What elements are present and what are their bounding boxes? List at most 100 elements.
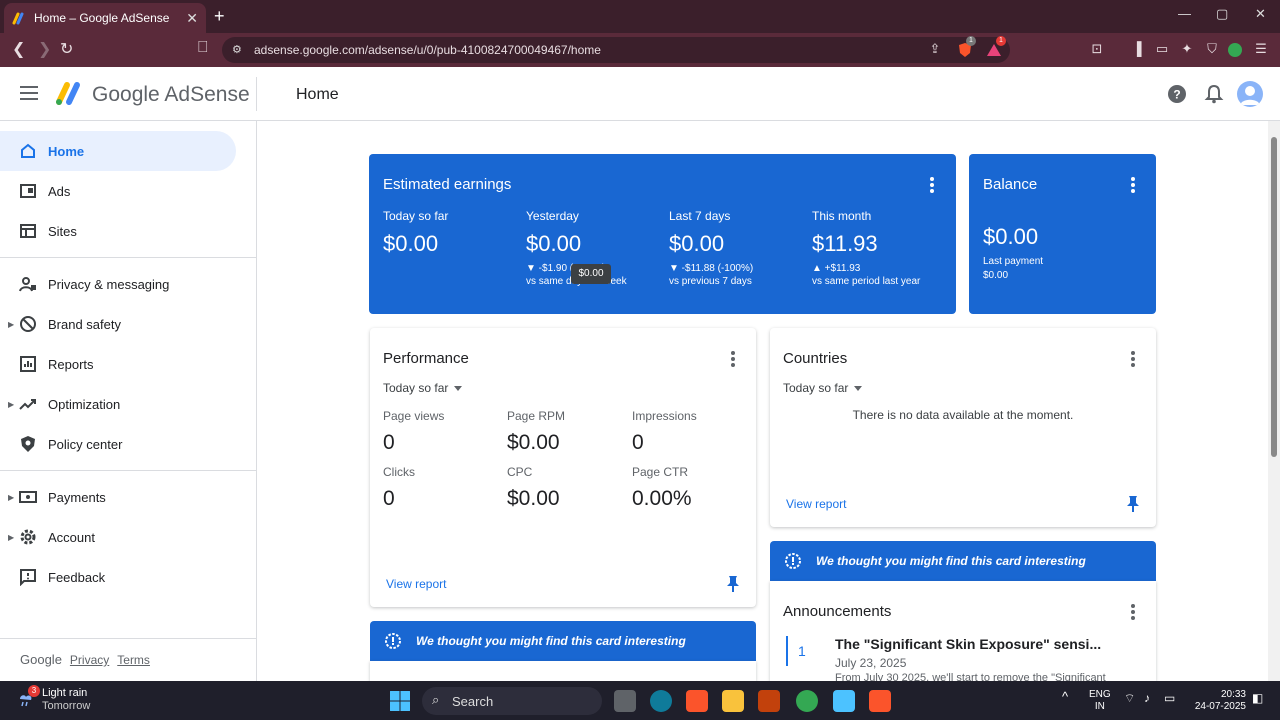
- terms-link[interactable]: Terms: [117, 653, 150, 667]
- metric-value: $0.00: [507, 487, 560, 510]
- feedback-icon: [20, 569, 36, 586]
- vpn-icon[interactable]: ⛉: [1203, 41, 1221, 59]
- leo-ai-icon[interactable]: ✦: [1178, 41, 1196, 59]
- menu-icon[interactable]: ☰: [1252, 41, 1270, 59]
- minimize-icon[interactable]: —: [1178, 6, 1191, 21]
- notepad-icon[interactable]: [833, 690, 855, 712]
- gear-icon: [20, 529, 36, 545]
- sidebar-item-policy-center[interactable]: Policy center: [0, 424, 236, 464]
- sites-icon: [20, 224, 36, 238]
- more-vert-icon[interactable]: [731, 351, 735, 367]
- bookmark-icon[interactable]: ⎕: [198, 39, 208, 57]
- edge-icon[interactable]: [650, 690, 672, 712]
- sidebar-item-privacy-messaging[interactable]: Privacy & messaging: [0, 264, 236, 304]
- sidebar-item-reports[interactable]: Reports: [0, 344, 236, 384]
- date-range-dropdown[interactable]: Today so far: [783, 381, 863, 395]
- alert-badge: 1: [996, 36, 1006, 46]
- sidebar-item-brand-safety[interactable]: ▶ Brand safety: [0, 304, 236, 344]
- sidebar-item-ads[interactable]: Ads: [0, 171, 236, 211]
- profile-icon[interactable]: [1228, 43, 1242, 57]
- expand-caret-icon[interactable]: ▶: [8, 493, 14, 502]
- empty-state-message: There is no data available at the moment…: [852, 408, 1074, 422]
- sidebar-item-sites[interactable]: Sites: [0, 211, 236, 251]
- page-title: Home: [296, 86, 339, 103]
- metric-value: $11.93: [812, 231, 878, 256]
- metric-label: CPC: [507, 465, 533, 479]
- url-text: adsense.google.com/adsense/u/0/pub-41008…: [254, 43, 601, 57]
- screenshot-icon[interactable]: ⊡: [1088, 41, 1106, 59]
- perf-metric-page-ctr: Page CTR 0.00%: [632, 465, 692, 511]
- brave-icon[interactable]: [686, 690, 708, 712]
- sidebar-item-feedback[interactable]: Feedback: [0, 557, 236, 597]
- main-menu-icon[interactable]: [20, 86, 38, 100]
- payments-icon: [19, 491, 37, 503]
- metric-delta: ▼ -$11.88 (-100%): [669, 263, 754, 274]
- notifications-icon[interactable]: [1203, 83, 1225, 105]
- expand-caret-icon[interactable]: ▶: [8, 400, 14, 409]
- announcement-headline[interactable]: The "Significant Skin Exposure" sensi...: [835, 636, 1101, 652]
- sidebar-item-account[interactable]: ▶ Account: [0, 517, 236, 557]
- clock[interactable]: 20:33 24-07-2025: [1188, 689, 1246, 713]
- share-icon[interactable]: ⇪: [926, 41, 944, 59]
- view-report-link[interactable]: View report: [786, 497, 846, 511]
- privacy-link[interactable]: Privacy: [70, 653, 109, 667]
- sidebar-item-label: Optimization: [48, 396, 121, 412]
- wallet-icon[interactable]: ▭: [1153, 41, 1171, 59]
- sidebar-item-home[interactable]: Home: [0, 131, 236, 171]
- expand-caret-icon[interactable]: ▶: [8, 320, 14, 329]
- address-bar[interactable]: ⚙ adsense.google.com/adsense/u/0/pub-410…: [222, 37, 1010, 63]
- show-hidden-icons[interactable]: ^: [1062, 690, 1068, 703]
- date-range-dropdown[interactable]: Today so far: [383, 381, 463, 395]
- sidebar-item-optimization[interactable]: ▶ Optimization: [0, 384, 236, 424]
- adsense-favicon: [12, 12, 24, 25]
- more-vert-icon[interactable]: [1131, 351, 1135, 367]
- app-grid-icon[interactable]: [758, 690, 780, 712]
- metric-today: Today so far $0.00: [383, 209, 448, 257]
- reload-icon[interactable]: ↻: [60, 39, 73, 59]
- chrome-icon[interactable]: [796, 690, 818, 712]
- expand-caret-icon[interactable]: ▶: [8, 533, 14, 542]
- more-vert-icon[interactable]: [1131, 177, 1135, 193]
- reports-icon: [20, 356, 36, 372]
- sidebar-toggle-icon[interactable]: ▐: [1128, 41, 1146, 59]
- pin-icon[interactable]: [726, 575, 740, 593]
- site-settings-icon[interactable]: ⚙: [232, 43, 246, 57]
- more-vert-icon[interactable]: [930, 177, 934, 193]
- brand-name: Google AdSense: [92, 83, 250, 106]
- maximize-icon[interactable]: ▢: [1216, 6, 1228, 22]
- brave-active-icon[interactable]: [869, 690, 891, 712]
- pin-icon[interactable]: [1126, 495, 1140, 513]
- avatar[interactable]: [1237, 81, 1263, 107]
- close-tab-icon[interactable]: ✕: [186, 10, 198, 27]
- forward-icon[interactable]: ❯: [38, 39, 51, 59]
- wifi-icon[interactable]: ⌔: [1124, 692, 1135, 704]
- back-icon[interactable]: ❮: [12, 39, 25, 59]
- perf-metric-page-rpm: Page RPM $0.00: [507, 409, 565, 455]
- volume-icon[interactable]: ♪: [1144, 692, 1150, 704]
- scrollbar-thumb[interactable]: [1271, 137, 1277, 457]
- nav-divider: [0, 257, 256, 258]
- close-window-icon[interactable]: ✕: [1255, 6, 1266, 22]
- page-scrollbar[interactable]: [1268, 121, 1280, 681]
- help-icon[interactable]: ?: [1166, 83, 1188, 105]
- perf-metric-impressions: Impressions 0: [632, 409, 697, 455]
- sidebar-item-payments[interactable]: ▶ Payments: [0, 477, 236, 517]
- taskbar-search[interactable]: ⌕ Search: [422, 687, 602, 715]
- banner-text: We thought you might find this card inte…: [416, 634, 686, 648]
- metric-label: Impressions: [632, 409, 697, 423]
- weather-widget[interactable]: 3 Light rain Tomorrow: [16, 685, 90, 713]
- battery-icon[interactable]: ▭: [1164, 692, 1175, 704]
- notification-center-icon[interactable]: ◧: [1252, 692, 1263, 704]
- performance-card: Performance Today so far Page views 0 Pa…: [370, 328, 756, 607]
- file-explorer-icon[interactable]: [722, 690, 744, 712]
- new-tab-icon[interactable]: +: [214, 6, 225, 27]
- task-view-icon[interactable]: [614, 690, 636, 712]
- browser-tab[interactable]: Home – Google AdSense ✕: [4, 3, 206, 33]
- more-vert-icon[interactable]: [1131, 604, 1135, 620]
- last-payment-value: $0.00: [983, 270, 1009, 281]
- sidebar-item-label: Account: [48, 529, 95, 545]
- language-indicator[interactable]: ENG IN: [1089, 689, 1111, 713]
- block-icon: [20, 316, 36, 332]
- view-report-link[interactable]: View report: [386, 577, 446, 591]
- windows-start-icon[interactable]: [389, 690, 411, 712]
